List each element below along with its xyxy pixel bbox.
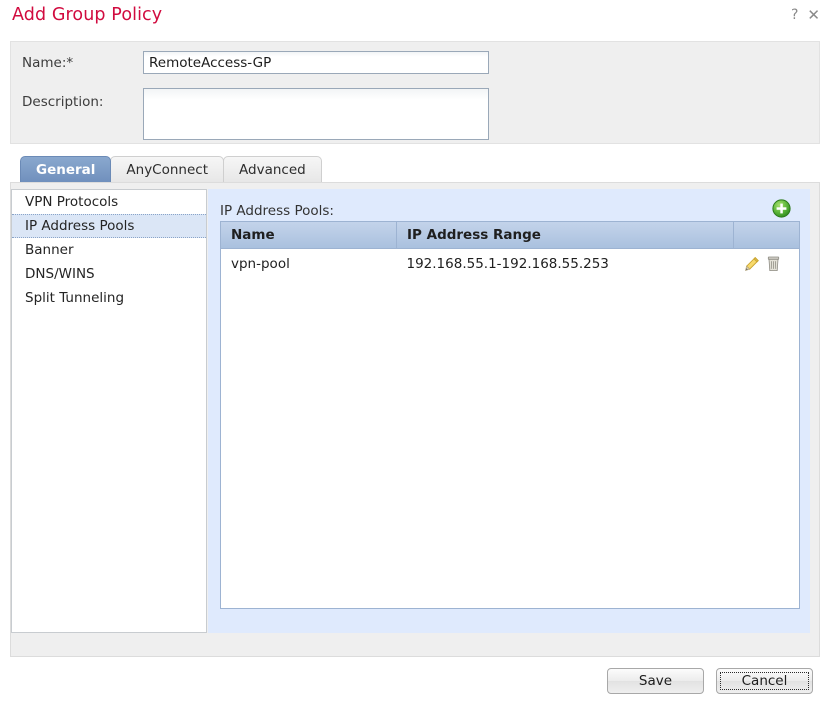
- tab-general[interactable]: General: [20, 156, 112, 182]
- close-icon[interactable]: ✕: [807, 8, 820, 23]
- column-header-actions: [733, 222, 799, 249]
- name-field-row: Name:*: [22, 55, 73, 71]
- pencil-edit-icon[interactable]: [744, 256, 760, 272]
- ip-address-pools-panel: IP Address Pools: Name IP Address Range …: [208, 189, 810, 633]
- save-button-label: Save: [638, 673, 673, 689]
- dialog-title: Add Group Policy: [12, 5, 163, 25]
- ip-address-pools-table: Name IP Address Range vpn-pool 192.168.5…: [220, 221, 800, 609]
- cell-row-actions: [734, 249, 800, 279]
- tab-advanced[interactable]: Advanced: [223, 156, 322, 182]
- tab-anyconnect[interactable]: AnyConnect: [110, 156, 225, 182]
- dialog-titlebar: Add Group Policy ? ✕: [0, 0, 830, 34]
- table-row[interactable]: vpn-pool 192.168.55.1-192.168.55.253: [221, 249, 800, 279]
- description-field-row: Description:: [22, 94, 103, 110]
- column-header-name[interactable]: Name: [221, 222, 397, 249]
- sidebar-item-split-tunneling[interactable]: Split Tunneling: [12, 286, 206, 310]
- settings-sidebar: VPN Protocols IP Address Pools Banner DN…: [11, 189, 207, 633]
- table-empty-space: [221, 278, 799, 608]
- sidebar-item-dns-wins[interactable]: DNS/WINS: [12, 262, 206, 286]
- column-header-ip-address-range[interactable]: IP Address Range: [396, 222, 734, 249]
- sidebar-item-ip-address-pools[interactable]: IP Address Pools: [12, 214, 206, 238]
- trash-delete-icon[interactable]: [766, 256, 781, 272]
- save-button[interactable]: Save: [607, 668, 704, 694]
- description-label: Description:: [22, 94, 104, 110]
- cancel-button[interactable]: Cancel: [716, 668, 813, 694]
- section-label: IP Address Pools:: [220, 203, 334, 219]
- question-mark-icon[interactable]: ?: [791, 8, 798, 22]
- cell-pool-name: vpn-pool: [231, 255, 290, 272]
- cancel-button-label: Cancel: [741, 673, 788, 689]
- cell-ip-address-range: 192.168.55.1-192.168.55.253: [406, 255, 609, 272]
- section-header: IP Address Pools:: [220, 199, 798, 223]
- sidebar-item-banner[interactable]: Banner: [12, 238, 206, 262]
- description-input[interactable]: [143, 88, 489, 140]
- titlebar-actions: ? ✕: [791, 8, 820, 23]
- add-plus-icon[interactable]: [772, 199, 791, 218]
- dialog-footer: Save Cancel: [0, 658, 830, 703]
- name-input[interactable]: [143, 51, 489, 74]
- name-label: Name:*: [22, 55, 74, 71]
- table-header-row: Name IP Address Range: [221, 222, 799, 249]
- sidebar-item-vpn-protocols[interactable]: VPN Protocols: [12, 190, 206, 214]
- tab-bar: General AnyConnect Advanced: [20, 156, 322, 182]
